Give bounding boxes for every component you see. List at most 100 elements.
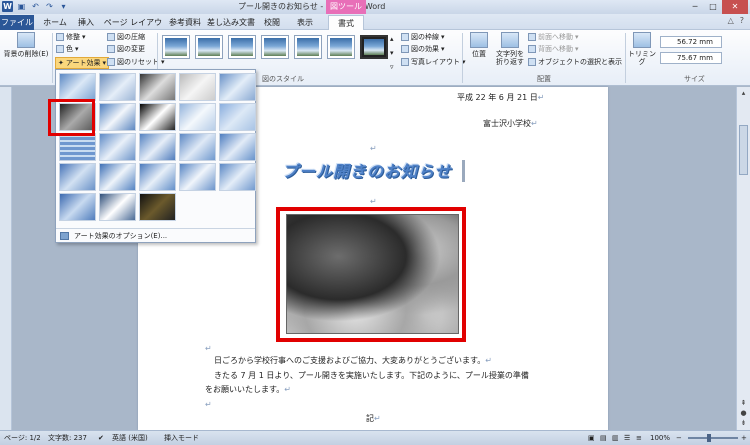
help-icon[interactable]: ? (740, 16, 744, 25)
effect-glow-edges-thumb[interactable] (139, 193, 176, 221)
picture-style-thumb[interactable] (360, 35, 388, 59)
zoom-out-icon[interactable]: − (676, 431, 682, 445)
picture-style-thumb[interactable] (327, 35, 355, 59)
picture-style-thumb[interactable] (261, 35, 289, 59)
picture-style-thumb[interactable] (228, 35, 256, 59)
corrections-button[interactable]: 修整 ▾ (56, 32, 86, 42)
prev-page-icon[interactable]: ⇞ (739, 399, 748, 408)
picture-style-thumb[interactable] (162, 35, 190, 59)
word-count[interactable]: 文字数: 237 (48, 431, 87, 445)
tab-format[interactable]: 書式 (328, 15, 364, 30)
maximize-icon[interactable]: □ (704, 0, 722, 14)
view-outline-icon[interactable]: ☰ (624, 431, 630, 445)
paragraph-2-continued[interactable]: をお願いいたします。↵ (205, 384, 291, 395)
ki-line[interactable]: 記↵ (366, 413, 381, 424)
gallery-scroll[interactable]: ▴ ▾ ▿ (390, 34, 394, 72)
gallery-up-icon[interactable]: ▴ (390, 34, 394, 44)
tab-page-layout[interactable]: ページ レイアウト (102, 15, 164, 42)
picture-style-thumb[interactable] (294, 35, 322, 59)
paragraph-1[interactable]: 日ごろから学校行事へのご支援およびご協力、大変ありがとうございます。↵ (214, 355, 492, 366)
document-title[interactable]: プール開きのお知らせ (282, 158, 452, 182)
wrap-text-button[interactable]: 文字列を折り返す (494, 32, 526, 66)
effect-pastels-smooth-thumb[interactable] (179, 163, 216, 191)
gallery-more-icon[interactable]: ▿ (390, 62, 394, 72)
date-line[interactable]: 平成 22 年 6 月 21 日↵ (457, 92, 544, 103)
effect-paint-brush-thumb[interactable] (139, 103, 176, 131)
color-button[interactable]: 色 ▾ (56, 44, 79, 54)
effect-pencil-grayscale-thumb[interactable] (139, 73, 176, 101)
effect-photocopy-thumb[interactable] (99, 193, 136, 221)
zoom-slider-handle[interactable] (707, 434, 711, 442)
compress-pictures-button[interactable]: 図の圧縮 (107, 32, 145, 42)
picture-layout-button[interactable]: 写真レイアウト ▾ (401, 57, 466, 67)
effect-plastic-wrap-thumb[interactable] (219, 163, 256, 191)
effect-marker-thumb[interactable] (99, 73, 136, 101)
view-print-layout-icon[interactable]: ▣ (588, 431, 595, 445)
artistic-effects-button[interactable]: ✦ アート効果 ▾ (55, 57, 109, 69)
effect-cement-thumb[interactable] (59, 163, 96, 191)
tab-insert[interactable]: 挿入 (74, 15, 98, 30)
position-button[interactable]: 位置 (466, 32, 492, 58)
picture-effects-button[interactable]: 図の効果 ▾ (401, 44, 445, 54)
effect-pencil-sketch-thumb[interactable] (179, 73, 216, 101)
width-input[interactable]: 75.67 mm (660, 52, 722, 64)
zoom-in-icon[interactable]: + (741, 431, 747, 445)
tab-view[interactable]: 表示 (293, 15, 317, 30)
scrollbar-thumb[interactable] (739, 125, 748, 175)
view-full-screen-icon[interactable]: ▤ (600, 431, 607, 445)
effect-light-screen-thumb[interactable] (59, 133, 96, 161)
zoom-slider[interactable] (688, 437, 738, 439)
tab-review[interactable]: 校閲 (260, 15, 284, 30)
effect-glass-thumb[interactable] (219, 133, 256, 161)
cloud-picture[interactable] (286, 214, 459, 334)
undo-icon[interactable]: ↶ (30, 1, 41, 12)
view-web-layout-icon[interactable]: ▥ (612, 431, 619, 445)
remove-background-button[interactable]: 背景の削除(E) (3, 32, 49, 58)
language-indicator[interactable]: 英語 (米国) (112, 431, 148, 445)
picture-style-thumb[interactable] (195, 35, 223, 59)
tab-home[interactable]: ホーム (40, 15, 70, 30)
selection-pane-button[interactable]: オブジェクトの選択と表示 (528, 57, 622, 67)
vertical-scrollbar[interactable]: ▴ ⇞ ● ⇟ (736, 87, 750, 430)
browse-object-icon[interactable]: ● (739, 409, 748, 418)
height-input[interactable]: 56.72 mm (660, 36, 722, 48)
effect-texturizer-thumb[interactable] (99, 163, 136, 191)
effect-watercolor-sponge-thumb[interactable] (99, 133, 136, 161)
school-line[interactable]: 富士沢小学校↵ (483, 118, 538, 129)
artistic-effects-options-item[interactable]: アート効果のオプション(E)... (56, 228, 255, 243)
minimize-ribbon-icon[interactable]: △ (728, 16, 734, 25)
effect-line-drawing-thumb[interactable] (219, 73, 256, 101)
tab-references[interactable]: 参考資料 (168, 15, 202, 30)
effect-blur-thumb[interactable] (219, 103, 256, 131)
next-page-icon[interactable]: ⇟ (739, 419, 748, 428)
effect-none-thumb[interactable] (59, 73, 96, 101)
change-picture-button[interactable]: 図の変更 (107, 44, 145, 54)
redo-icon[interactable]: ↷ (44, 1, 55, 12)
effect-mosaic-bubbles-thumb[interactable] (179, 133, 216, 161)
zoom-level[interactable]: 100% (650, 431, 670, 445)
word-app-icon[interactable]: W (2, 1, 13, 12)
scroll-up-icon[interactable]: ▴ (739, 89, 748, 98)
crop-button[interactable]: トリミング (628, 32, 656, 66)
page-indicator[interactable]: ページ: 1/2 (4, 431, 41, 445)
effect-glow-diffused-thumb[interactable] (179, 103, 216, 131)
reset-picture-button[interactable]: 図のリセット ▾ (107, 57, 165, 67)
send-backward-button[interactable]: 背面へ移動 ▾ (528, 44, 579, 54)
gallery-down-icon[interactable]: ▾ (390, 48, 394, 58)
effect-paint-strokes-thumb[interactable] (99, 103, 136, 131)
effect-film-grain-thumb[interactable] (139, 133, 176, 161)
effect-cutout-thumb[interactable] (59, 193, 96, 221)
tab-mailings[interactable]: 差し込み文書 (207, 15, 255, 30)
close-icon[interactable]: ✕ (722, 0, 748, 14)
view-draft-icon[interactable]: ≡ (636, 431, 642, 445)
tab-file[interactable]: ファイル (0, 15, 34, 30)
effect-crisscross-etching-thumb[interactable] (139, 163, 176, 191)
picture-border-button[interactable]: 図の枠線 ▾ (401, 32, 445, 42)
proofing-icon[interactable]: ✔ (98, 431, 104, 445)
bring-forward-button[interactable]: 前面へ移動 ▾ (528, 32, 579, 42)
paragraph-2[interactable]: きたる 7 月 1 日より、プール開きを実施いたします。下記のように、プール授業… (214, 370, 529, 381)
insert-mode-indicator[interactable]: 挿入モード (164, 431, 199, 445)
save-icon[interactable]: ▣ (16, 1, 27, 12)
customize-qat-icon[interactable]: ▾ (58, 1, 69, 12)
minimize-icon[interactable]: ─ (686, 0, 704, 14)
